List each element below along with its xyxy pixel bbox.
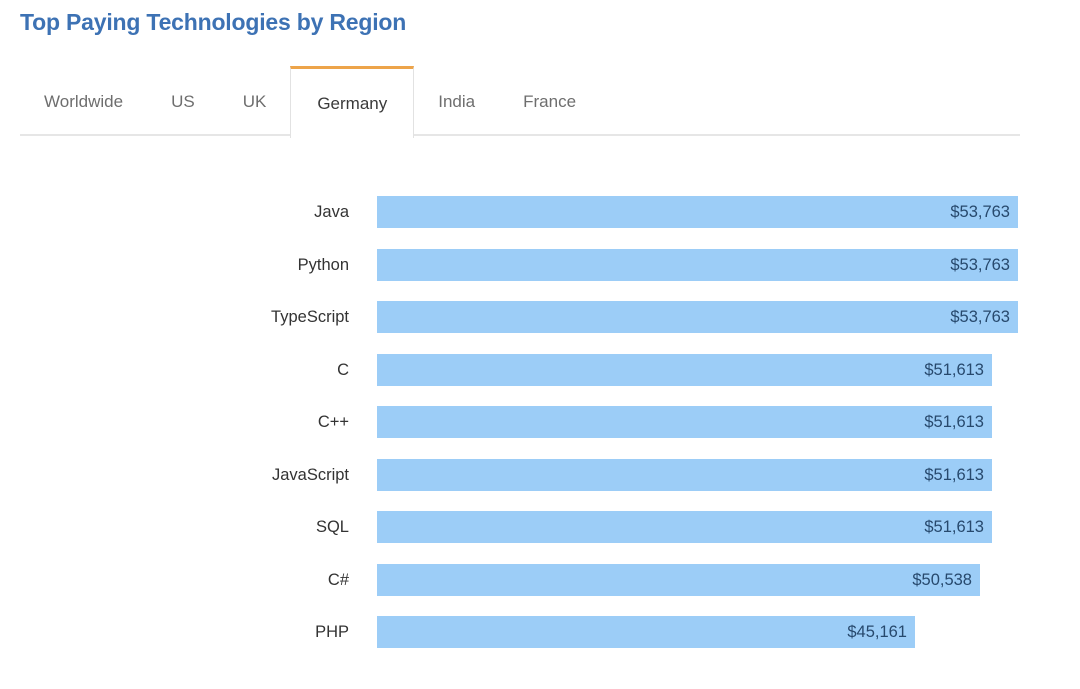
- bar-track: $45,161: [377, 616, 915, 648]
- bar-track: $51,613: [377, 459, 992, 491]
- bar-value-label: $45,161: [847, 616, 907, 648]
- bar-value-label: $51,613: [924, 354, 984, 386]
- bar-category-label: JavaScript: [272, 459, 349, 491]
- bar-category-label: Python: [298, 249, 349, 281]
- bar[interactable]: $51,613: [377, 406, 992, 438]
- bar-track: $53,763: [377, 249, 1018, 281]
- bar-row: Python $53,763: [0, 249, 1080, 281]
- bar[interactable]: $51,613: [377, 354, 992, 386]
- tab-us[interactable]: US: [147, 66, 219, 136]
- bar-track: $51,613: [377, 511, 992, 543]
- bar-row: C $51,613: [0, 354, 1080, 386]
- tab-label: UK: [243, 92, 267, 112]
- bar-category-label: SQL: [316, 511, 349, 543]
- tab-uk[interactable]: UK: [219, 66, 291, 136]
- bar-track: $51,613: [377, 354, 992, 386]
- bar-category-label: PHP: [315, 616, 349, 648]
- bar-value-label: $51,613: [924, 511, 984, 543]
- bar-category-label: C: [337, 354, 349, 386]
- bar-value-label: $51,613: [924, 406, 984, 438]
- tab-label: Worldwide: [44, 92, 123, 112]
- bar-track: $50,538: [377, 564, 980, 596]
- bar-track: $53,763: [377, 301, 1018, 333]
- tab-label: Germany: [317, 94, 387, 114]
- tab-worldwide[interactable]: Worldwide: [20, 66, 147, 136]
- bar[interactable]: $51,613: [377, 511, 992, 543]
- bar[interactable]: $53,763: [377, 196, 1018, 228]
- bar-value-label: $53,763: [950, 196, 1010, 228]
- bar-row: TypeScript $53,763: [0, 301, 1080, 333]
- bar-row: C# $50,538: [0, 564, 1080, 596]
- bar-value-label: $53,763: [950, 249, 1010, 281]
- bar-row: Java $53,763: [0, 196, 1080, 228]
- bar-row: PHP $45,161: [0, 616, 1080, 648]
- bar[interactable]: $51,613: [377, 459, 992, 491]
- bar[interactable]: $45,161: [377, 616, 915, 648]
- tab-france[interactable]: France: [499, 66, 600, 136]
- tab-list: Worldwide US UK Germany India France: [20, 66, 600, 136]
- tab-label: France: [523, 92, 576, 112]
- tab-india[interactable]: India: [414, 66, 499, 136]
- page-title: Top Paying Technologies by Region: [20, 9, 406, 36]
- region-tabbar: Worldwide US UK Germany India France: [20, 66, 1020, 136]
- bar-row: JavaScript $51,613: [0, 459, 1080, 491]
- bar-category-label: TypeScript: [271, 301, 349, 333]
- bar-row: SQL $51,613: [0, 511, 1080, 543]
- bar-track: $51,613: [377, 406, 992, 438]
- top-paying-technologies-bar-chart: Java $53,763 Python $53,763 TypeScript $53,76…: [0, 180, 1080, 680]
- bar[interactable]: $53,763: [377, 301, 1018, 333]
- bar-value-label: $50,538: [912, 564, 972, 596]
- tab-label: US: [171, 92, 195, 112]
- bar-track: $53,763: [377, 196, 1018, 228]
- bar-category-label: C#: [328, 564, 349, 596]
- bar-row: C++ $51,613: [0, 406, 1080, 438]
- tab-label: India: [438, 92, 475, 112]
- bar-category-label: C++: [318, 406, 349, 438]
- bar-category-label: Java: [314, 196, 349, 228]
- bar[interactable]: $50,538: [377, 564, 980, 596]
- bar-value-label: $51,613: [924, 459, 984, 491]
- bar[interactable]: $53,763: [377, 249, 1018, 281]
- tab-germany[interactable]: Germany: [290, 66, 414, 138]
- bar-value-label: $53,763: [950, 301, 1010, 333]
